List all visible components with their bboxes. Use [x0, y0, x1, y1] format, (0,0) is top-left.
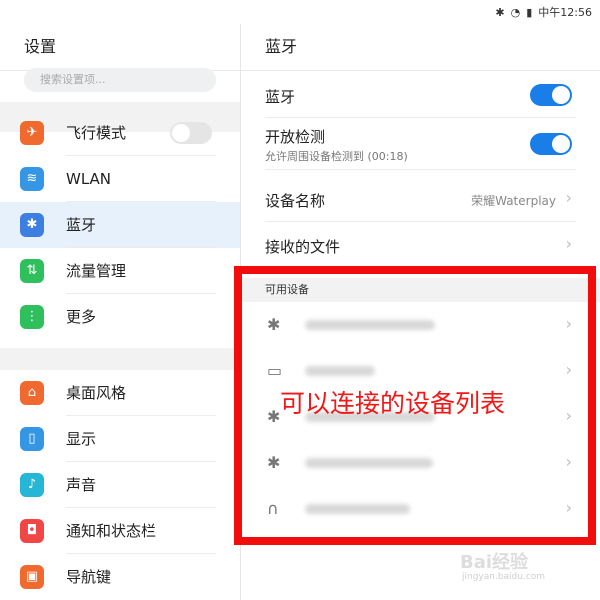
watermark-brand: Bai经验: [460, 552, 529, 573]
sidebar-item[interactable]: ⌂ 桌面风格: [0, 370, 240, 416]
display-icon: ▯: [20, 427, 44, 451]
sidebar-item[interactable]: ◘ 通知和状态栏: [0, 508, 240, 554]
settings-search-input[interactable]: 搜索设置项...: [24, 68, 216, 92]
sidebar-item[interactable]: ⋮ 更多: [0, 294, 240, 340]
sidebar-item[interactable]: ✈ 飞行模式: [0, 110, 240, 156]
sidebar-item-label: WLAN: [66, 170, 112, 188]
sidebar-item[interactable]: ✱ 蓝牙: [0, 202, 240, 248]
sidebar-item-label: 更多: [66, 308, 97, 326]
device-name-label: 设备名称: [265, 192, 326, 210]
sidebar-item-label: 蓝牙: [66, 216, 97, 234]
sidebar-item[interactable]: ⇅ 流量管理: [0, 248, 240, 294]
sidebar-item-label: 流量管理: [66, 262, 127, 280]
bluetooth-status-icon: ✱: [495, 5, 505, 19]
discoverable-label: 开放检测: [265, 128, 326, 146]
sidebar-item[interactable]: ▣ 导航键: [0, 554, 240, 600]
sidebar-item-label: 显示: [66, 430, 97, 448]
navigation-icon: ▣: [20, 565, 44, 589]
bluetooth-icon: ✱: [20, 213, 44, 237]
home-icon: ⌂: [20, 381, 44, 405]
received-files-label: 接收的文件: [265, 238, 341, 256]
status-bar: ✱ ◔ ▮ 中午12:56: [0, 0, 600, 24]
device-name-value: 荣耀Waterplay: [471, 194, 556, 208]
airplane-icon: ✈: [20, 121, 44, 145]
discoverable-toggle[interactable]: [530, 133, 572, 155]
chevron-right-icon: ›: [565, 234, 572, 253]
more-icon: ⋮: [20, 305, 44, 329]
device-name-row[interactable]: 设备名称 荣耀Waterplay ›: [241, 176, 600, 222]
notification-icon: ◘: [20, 519, 44, 543]
bluetooth-label: 蓝牙: [265, 88, 296, 106]
sidebar-item-label: 通知和状态栏: [66, 522, 157, 540]
annotation-text: 可以连接的设备列表: [280, 389, 506, 418]
discoverable-row[interactable]: 开放检测 允许周围设备检测到 (00:18): [241, 118, 600, 170]
sidebar-item-label: 声音: [66, 476, 97, 494]
bluetooth-toggle[interactable]: [530, 84, 572, 106]
received-files-row[interactable]: 接收的文件 ›: [241, 222, 600, 268]
sound-icon: ♪: [20, 473, 44, 497]
divider: [0, 348, 240, 370]
sidebar-item-label: 导航键: [66, 568, 112, 586]
sidebar-item[interactable]: ♪ 声音: [0, 462, 240, 508]
battery-icon: ▮: [526, 5, 533, 19]
watermark-url: jingyan.baidu.com: [462, 572, 546, 582]
wifi-icon: ≋: [20, 167, 44, 191]
sidebar-item-label: 飞行模式: [66, 124, 127, 142]
settings-title: 设置: [0, 24, 240, 71]
sidebar-item[interactable]: ▯ 显示: [0, 416, 240, 462]
sidebar-item-label: 桌面风格: [66, 384, 127, 402]
chevron-right-icon: ›: [565, 188, 572, 207]
watermark: Bai经验 jingyan.baidu.com: [460, 548, 545, 582]
discoverable-subtitle: 允许周围设备检测到 (00:18): [265, 150, 408, 163]
wifi-status-icon: ◔: [510, 5, 521, 19]
data-usage-icon: ⇅: [20, 259, 44, 283]
status-time: 中午12:56: [538, 6, 592, 19]
sidebar-item[interactable]: ≋ WLAN: [0, 156, 240, 202]
airplane-mode-toggle[interactable]: [170, 122, 212, 144]
bluetooth-switch-row[interactable]: 蓝牙: [241, 72, 600, 118]
settings-sidebar: 设置 搜索设置项... ✈ 飞行模式 ≋ WLAN ✱ 蓝牙 ⇅ 流量管理 ⋮ 更多 ⌂ 桌面风格 ▯…: [0, 24, 241, 600]
panel-title: 蓝牙: [241, 24, 600, 71]
